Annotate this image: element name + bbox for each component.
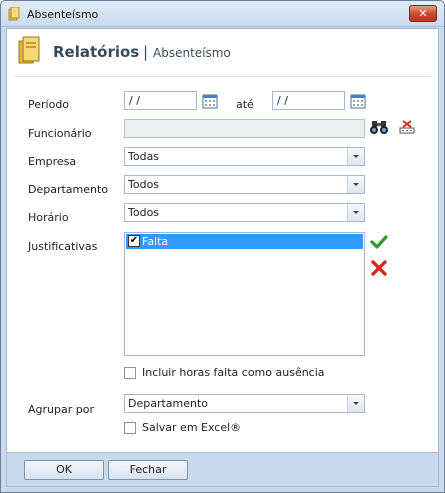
folder-report-icon (18, 36, 40, 64)
ok-button[interactable]: OK (24, 460, 104, 480)
green-check-icon[interactable] (370, 234, 388, 250)
periodo-start-input[interactable]: / / (124, 91, 197, 110)
dialog-body: Relatórios | Absenteísmo Período / / até… (6, 28, 439, 487)
horario-label: Horário (28, 211, 69, 224)
agrupar-select[interactable]: Departamento (124, 394, 365, 413)
incluir-horas-checkbox[interactable]: Incluir horas falta como ausência (124, 366, 384, 381)
page-title: Relatórios (53, 43, 140, 61)
chevron-down-icon[interactable] (347, 176, 364, 193)
empresa-value: Todas (128, 150, 160, 163)
funcionario-label: Funcionário (28, 127, 92, 140)
dialog-window: Absenteísmo ✕ Relatórios | Absenteísmo P… (0, 0, 445, 493)
header-divider (15, 76, 431, 77)
salvar-excel-label: Salvar em Excel® (142, 421, 242, 434)
button-bar: OK Fechar (7, 452, 438, 486)
binoculars-icon[interactable] (369, 119, 389, 135)
empresa-label: Empresa (28, 155, 77, 168)
list-item-label: Falta (142, 235, 169, 248)
window-title: Absenteísmo (27, 8, 99, 21)
fechar-button[interactable]: Fechar (108, 460, 188, 480)
horario-value: Todos (128, 206, 160, 219)
ate-label: até (236, 98, 254, 111)
salvar-excel-checkbox[interactable]: Salvar em Excel® (124, 421, 324, 436)
report-header: Relatórios | Absenteísmo (7, 29, 438, 77)
periodo-end-input[interactable]: / / (272, 91, 345, 110)
checkbox[interactable] (124, 367, 136, 379)
red-x-icon[interactable] (370, 259, 388, 277)
agrupar-label: Agrupar por (28, 403, 94, 416)
close-button[interactable]: ✕ (409, 5, 437, 22)
eraser-icon[interactable] (398, 119, 416, 135)
checkbox[interactable] (124, 422, 136, 434)
app-icon (8, 7, 20, 21)
departamento-value: Todos (128, 178, 160, 191)
departamento-select[interactable]: Todos (124, 175, 365, 194)
horario-select[interactable]: Todos (124, 203, 365, 222)
incluir-horas-label: Incluir horas falta como ausência (142, 366, 325, 379)
departamento-label: Departamento (28, 183, 109, 196)
title-bar: Absenteísmo ✕ (1, 1, 444, 27)
page-subtitle: Absenteísmo (153, 46, 231, 60)
calendar-icon[interactable] (202, 93, 218, 109)
checkbox[interactable]: ✔ (128, 235, 140, 247)
funcionario-field[interactable] (124, 119, 365, 138)
title-separator: | (143, 43, 149, 61)
agrupar-value: Departamento (128, 397, 209, 410)
justificativas-list[interactable]: ✔ Falta (124, 232, 365, 356)
periodo-label: Período (28, 98, 70, 111)
chevron-down-icon[interactable] (347, 395, 364, 412)
chevron-down-icon[interactable] (347, 148, 364, 165)
justificativas-label: Justificativas (28, 240, 98, 253)
list-item[interactable]: ✔ Falta (126, 234, 363, 249)
calendar-icon[interactable] (350, 93, 366, 109)
chevron-down-icon[interactable] (347, 204, 364, 221)
empresa-select[interactable]: Todas (124, 147, 365, 166)
